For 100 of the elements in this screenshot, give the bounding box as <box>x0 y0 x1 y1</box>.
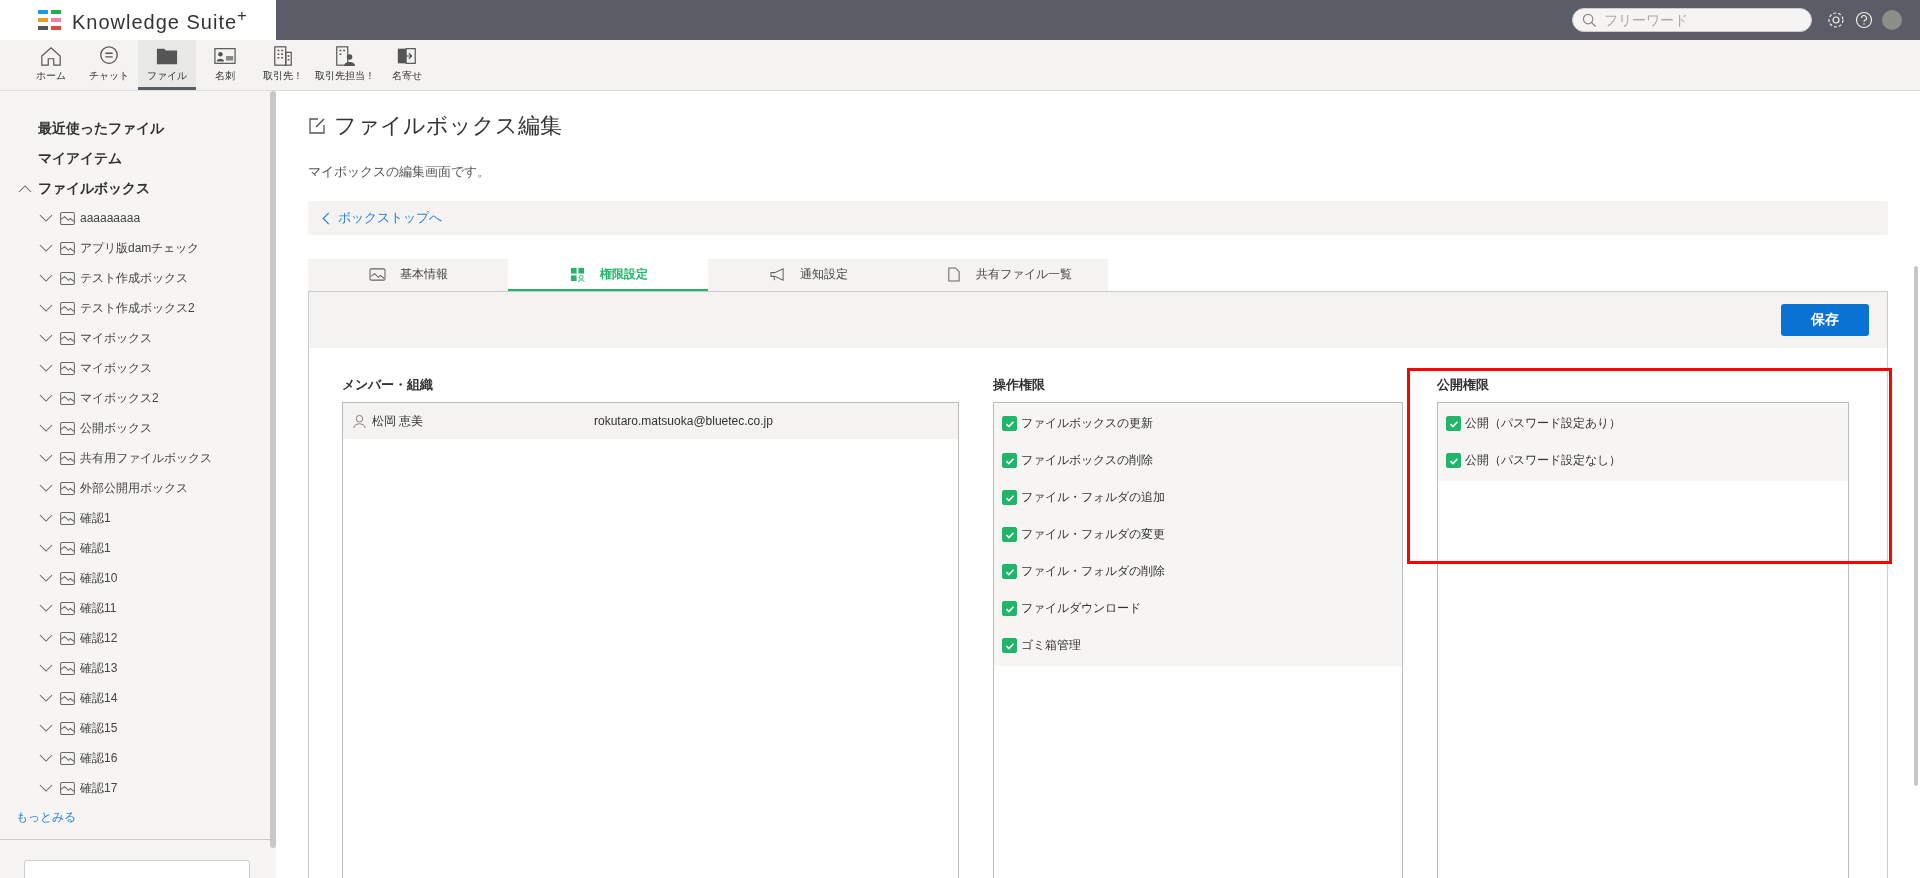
chevron-icon[interactable] <box>39 333 53 343</box>
tree-item[interactable]: 確認17 <box>80 779 118 797</box>
tree-item[interactable]: 確認15 <box>80 719 118 737</box>
tree-item[interactable]: 確認10 <box>80 569 118 587</box>
tree-item[interactable]: マイボックス2 <box>80 389 159 407</box>
back-link[interactable]: ボックストップへ <box>322 209 442 227</box>
search-field[interactable]: フリーワード <box>1572 8 1812 32</box>
checkbox-label: ファイルボックスの削除 <box>1021 452 1153 469</box>
chevron-icon[interactable] <box>39 603 53 613</box>
sidebar-item[interactable]: マイアイテム <box>0 143 270 173</box>
tab[interactable]: 共有ファイル一覧 <box>908 259 1108 291</box>
chevron-icon[interactable] <box>39 243 53 253</box>
chevron-icon[interactable] <box>39 483 53 493</box>
tree-item[interactable]: テスト作成ボックス2 <box>80 299 195 317</box>
checkbox[interactable] <box>1002 453 1017 468</box>
help-icon[interactable] <box>1854 10 1874 30</box>
tree-item[interactable]: 確認11 <box>80 599 117 617</box>
chevron-icon[interactable] <box>39 423 53 433</box>
chevron-icon[interactable] <box>39 393 53 403</box>
tree-item[interactable]: 確認1 <box>80 539 111 557</box>
chevron-icon[interactable] <box>39 633 53 643</box>
image-icon <box>60 661 75 675</box>
page-title: ファイルボックス編集 <box>334 112 562 140</box>
image-icon <box>60 691 75 705</box>
tree-item[interactable]: aaaaaaaaa <box>80 211 141 225</box>
nav-item[interactable]: 取引先担当！ <box>312 40 378 90</box>
checkbox[interactable] <box>1002 601 1017 616</box>
image-icon <box>60 301 75 315</box>
checkbox-label: ファイル・フォルダの追加 <box>1021 489 1165 506</box>
checkbox-label: ファイル・フォルダの変更 <box>1021 526 1165 543</box>
building-person-icon <box>333 44 357 67</box>
chevron-icon[interactable] <box>39 513 53 523</box>
checkbox[interactable] <box>1446 416 1461 431</box>
sidebar-item[interactable]: ファイルボックス <box>38 173 150 203</box>
image-icon <box>60 721 75 735</box>
image-icon <box>60 481 75 495</box>
tree-item[interactable]: 共有用ファイルボックス <box>80 449 212 467</box>
image-icon <box>60 241 75 255</box>
tree-item[interactable]: 確認14 <box>80 689 118 707</box>
chevron-icon[interactable] <box>39 693 53 703</box>
tree-item[interactable]: 外部公開用ボックス <box>80 479 188 497</box>
megaphone-icon <box>768 266 786 282</box>
tab[interactable]: 通知設定 <box>708 259 908 291</box>
tree-item[interactable]: テスト作成ボックス <box>80 269 188 287</box>
image-icon <box>60 571 75 585</box>
nav-item[interactable]: ファイル <box>138 40 196 90</box>
image-icon <box>60 751 75 765</box>
chevron-icon[interactable] <box>18 183 32 193</box>
settings-icon[interactable] <box>1826 10 1846 30</box>
image-icon <box>60 451 75 465</box>
image-icon <box>60 361 75 375</box>
nav-item[interactable]: チャット <box>80 40 138 90</box>
nav-item[interactable]: 取引先！ <box>254 40 312 90</box>
tree-item[interactable]: 確認16 <box>80 749 118 767</box>
nav-item[interactable]: ホーム <box>22 40 80 90</box>
image-icon <box>60 391 75 405</box>
checkbox[interactable] <box>1446 453 1461 468</box>
chevron-icon[interactable] <box>39 783 53 793</box>
tree-item[interactable]: 確認1 <box>80 509 111 527</box>
search-icon <box>1582 13 1597 28</box>
checkbox[interactable] <box>1002 416 1017 431</box>
checkbox[interactable] <box>1002 564 1017 579</box>
image-icon <box>368 266 386 282</box>
nav-item[interactable]: 名刺 <box>196 40 254 90</box>
chevron-icon[interactable] <box>39 663 53 673</box>
save-button[interactable]: 保存 <box>1781 304 1869 336</box>
chevron-icon[interactable] <box>39 723 53 733</box>
chevron-left-icon <box>322 211 330 225</box>
tab[interactable]: 基本情報 <box>308 259 508 291</box>
checkbox[interactable] <box>1002 527 1017 542</box>
user-icon <box>353 413 366 429</box>
chevron-icon[interactable] <box>39 303 53 313</box>
more-link[interactable]: もっとみる <box>0 803 270 831</box>
tree-item[interactable]: マイボックス <box>80 359 152 377</box>
nav-item[interactable]: 名寄せ <box>378 40 436 90</box>
chevron-icon[interactable] <box>39 573 53 583</box>
checkbox[interactable] <box>1002 638 1017 653</box>
chevron-icon[interactable] <box>39 543 53 553</box>
checkbox[interactable] <box>1002 490 1017 505</box>
chat-icon <box>97 44 121 67</box>
chevron-icon[interactable] <box>39 363 53 373</box>
sidebar-item[interactable]: 最近使ったファイル <box>0 113 270 143</box>
tree-item[interactable]: 確認13 <box>80 659 118 677</box>
section-heading: 公開権限 <box>1437 376 1490 394</box>
image-icon <box>60 331 75 345</box>
tree-item[interactable]: アプリ版damチェック <box>80 239 200 257</box>
chevron-icon[interactable] <box>39 753 53 763</box>
image-icon <box>60 601 75 615</box>
tree-item[interactable]: マイボックス <box>80 329 152 347</box>
section-heading: 操作権限 <box>993 376 1046 394</box>
checkbox-label: 公開（パスワード設定あり） <box>1465 415 1621 432</box>
chevron-icon[interactable] <box>39 213 53 223</box>
chevron-icon[interactable] <box>39 273 53 283</box>
tree-item[interactable]: 確認12 <box>80 629 118 647</box>
member-row[interactable]: 松岡 恵美 rokutaro.matsuoka@bluetec.co.jp <box>343 403 958 439</box>
member-email: rokutaro.matsuoka@bluetec.co.jp <box>594 414 773 428</box>
tree-item[interactable]: 公開ボックス <box>80 419 152 437</box>
chevron-icon[interactable] <box>39 453 53 463</box>
logo-text[interactable]: Knowledge Suite$^{+}$ <box>72 6 248 34</box>
image-icon <box>60 781 75 795</box>
